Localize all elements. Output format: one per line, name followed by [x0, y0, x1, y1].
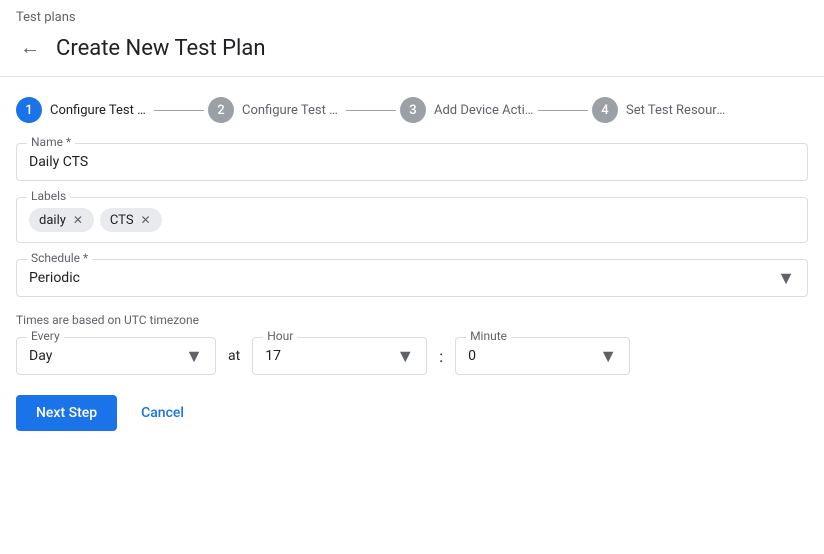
step-connector-3 — [538, 110, 588, 111]
name-label: Name * — [27, 135, 75, 149]
step-connector-2 — [346, 110, 396, 111]
minute-select-wrapper: 0 01234567891011121314151617181920212223… — [468, 346, 617, 366]
form: Name * Labels daily ✕ CTS ✕ Schedule * P… — [0, 143, 824, 375]
step-3-circle: 3 — [400, 97, 426, 123]
chip-daily-remove[interactable]: ✕ — [70, 212, 86, 228]
colon-separator: : — [439, 347, 443, 366]
step-4: 4 Set Test Resourc... — [592, 97, 726, 123]
chip-cts-remove[interactable]: ✕ — [138, 212, 154, 228]
back-icon: ← — [20, 37, 40, 60]
at-label: at — [228, 348, 240, 364]
every-field-wrapper: Every DayHourWeek ▼ — [16, 337, 216, 375]
chip-cts-text: CTS — [110, 213, 134, 228]
hour-label: Hour — [263, 329, 297, 343]
utc-note: Times are based on UTC timezone — [16, 313, 808, 327]
step-4-circle: 4 — [592, 97, 618, 123]
minute-field-wrapper: Minute 0 0123456789101112131415161718192… — [455, 337, 630, 375]
step-1-circle: 1 — [16, 97, 42, 123]
header-divider — [0, 76, 824, 77]
chip-daily: daily ✕ — [29, 208, 94, 232]
cancel-button[interactable]: Cancel — [125, 395, 200, 431]
minute-select[interactable]: 0 01234567891011121314151617181920212223… — [468, 346, 617, 366]
step-connector-1 — [154, 110, 204, 111]
hour-select-wrapper: 17 0123456789101112131415161718192021222… — [265, 346, 414, 366]
step-1-label: Configure Test Pl... — [50, 103, 150, 118]
breadcrumb: Test plans — [0, 0, 824, 25]
hour-field-wrapper: Hour 17 01234567891011121314151617181920… — [252, 337, 427, 375]
name-input[interactable] — [29, 152, 795, 172]
every-select[interactable]: DayHourWeek — [29, 346, 203, 366]
chip-daily-text: daily — [39, 213, 66, 228]
labels-field-wrapper: Labels daily ✕ CTS ✕ — [16, 197, 808, 243]
chip-cts: CTS ✕ — [100, 208, 162, 232]
hour-select[interactable]: 17 0123456789101112131415161718192021222… — [265, 346, 414, 366]
action-row: Next Step Cancel — [0, 395, 824, 431]
labels-label: Labels — [27, 189, 70, 203]
step-2: 2 Configure Test Ru... — [208, 97, 342, 123]
next-step-button[interactable]: Next Step — [16, 395, 117, 431]
step-2-circle: 2 — [208, 97, 234, 123]
step-4-label: Set Test Resourc... — [626, 103, 726, 118]
periodic-row: Every DayHourWeek ▼ at Hour 17 012345678… — [16, 337, 808, 375]
schedule-field-wrapper: Schedule * Periodic ▼ — [16, 259, 808, 297]
every-label: Every — [27, 329, 64, 343]
step-3-label: Add Device Actio... — [434, 103, 534, 118]
step-2-label: Configure Test Ru... — [242, 103, 342, 118]
schedule-select[interactable]: Periodic — [29, 268, 795, 288]
page-title: Create New Test Plan — [56, 36, 266, 61]
schedule-label: Schedule * — [27, 251, 92, 265]
name-field-wrapper: Name * — [16, 143, 808, 181]
step-1: 1 Configure Test Pl... — [16, 97, 150, 123]
stepper: 1 Configure Test Pl... 2 Configure Test … — [0, 97, 824, 143]
minute-label: Minute — [466, 329, 511, 343]
step-3: 3 Add Device Actio... — [400, 97, 534, 123]
schedule-select-wrapper: Periodic ▼ — [29, 268, 795, 288]
labels-container: daily ✕ CTS ✕ — [29, 206, 795, 234]
every-select-wrapper: DayHourWeek ▼ — [29, 346, 203, 366]
back-button[interactable]: ← — [16, 33, 44, 64]
